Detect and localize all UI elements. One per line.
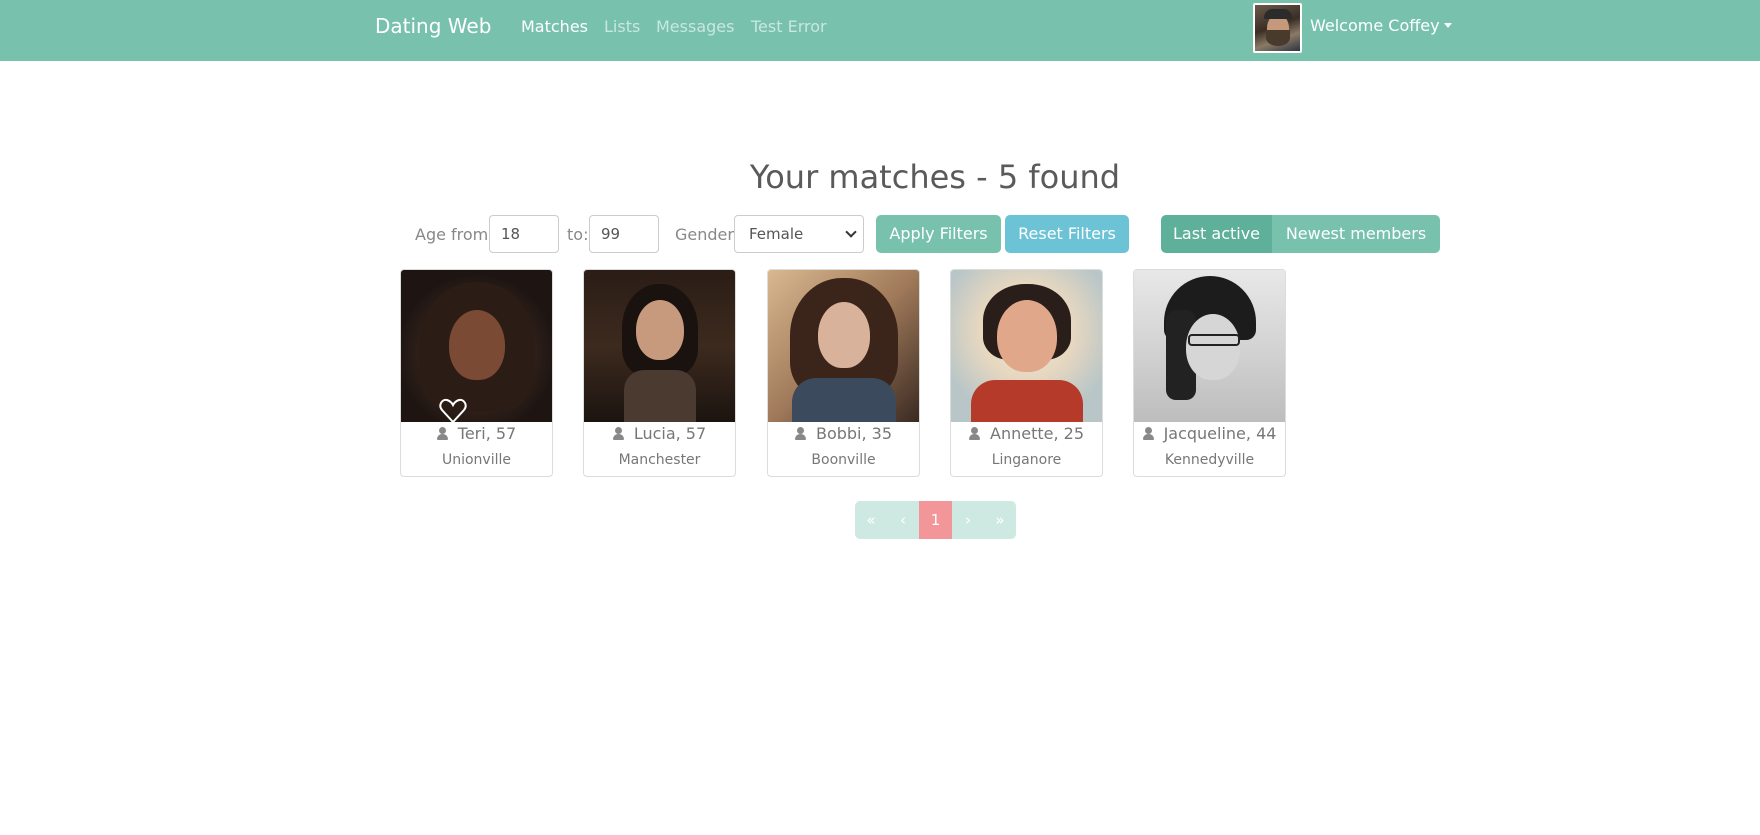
gender-label: Gender:: [675, 225, 740, 244]
member-city: Manchester: [618, 452, 701, 468]
pagination-first-button[interactable]: «: [855, 501, 887, 539]
member-name: Jacqueline, 44: [1134, 424, 1285, 443]
nav-link-lists[interactable]: Lists: [604, 17, 640, 36]
gender-select[interactable]: Female: [734, 215, 864, 253]
page-title: Your matches - 5 found: [749, 158, 1121, 196]
pagination-page-1[interactable]: 1: [919, 501, 952, 539]
member-name: Annette, 25: [951, 424, 1102, 443]
member-photo: [768, 270, 919, 422]
user-icon: [436, 427, 448, 440]
pagination-prev-button[interactable]: ‹: [887, 501, 919, 539]
user-greeting: Welcome Coffey: [1310, 16, 1440, 35]
age-to-input[interactable]: [589, 215, 659, 253]
top-navbar: Dating Web Matches Lists Messages Test E…: [0, 0, 1760, 61]
reset-filters-button[interactable]: Reset Filters: [1005, 215, 1129, 253]
apply-filters-button[interactable]: Apply Filters: [876, 215, 1001, 253]
gender-select-value: Female: [749, 225, 804, 243]
user-icon: [794, 427, 806, 440]
member-card[interactable]: Bobbi, 35 Boonville: [767, 269, 920, 477]
nav-link-test-error[interactable]: Test Error: [751, 17, 827, 36]
member-photo: [584, 270, 735, 422]
member-name: Lucia, 57: [584, 424, 735, 443]
member-card[interactable]: Annette, 25 Linganore: [950, 269, 1103, 477]
member-card[interactable]: Jacqueline, 44 Kennedyville: [1133, 269, 1286, 477]
user-avatar[interactable]: [1253, 3, 1302, 53]
user-dropdown-toggle[interactable]: Welcome Coffey: [1310, 16, 1452, 35]
user-icon: [1142, 427, 1154, 440]
member-city: Kennedyville: [1164, 452, 1255, 468]
caret-down-icon: [1443, 23, 1452, 28]
member-name: Bobbi, 35: [768, 424, 919, 443]
nav-link-messages[interactable]: Messages: [656, 17, 734, 36]
member-photo: [951, 270, 1102, 422]
pagination-last-button[interactable]: »: [984, 501, 1016, 539]
heart-icon: [439, 398, 467, 424]
member-card[interactable]: Lucia, 57 Manchester: [583, 269, 736, 477]
member-city: Boonville: [811, 452, 876, 468]
member-city: Linganore: [991, 452, 1062, 468]
pagination-next-button[interactable]: ›: [952, 501, 984, 539]
member-photo: [1134, 270, 1285, 422]
member-card[interactable]: Teri, 57 Unionville: [400, 269, 553, 477]
member-photo: [401, 270, 552, 422]
user-icon: [969, 427, 980, 440]
sort-newest-members-button[interactable]: Newest members: [1272, 215, 1440, 253]
brand-link[interactable]: Dating Web: [375, 14, 491, 38]
age-from-label: Age from:: [415, 225, 494, 244]
user-icon: [612, 427, 624, 440]
member-name: Teri, 57: [401, 424, 552, 443]
age-to-label: to:: [567, 225, 589, 244]
age-from-input[interactable]: [489, 215, 559, 253]
nav-link-matches[interactable]: Matches: [521, 17, 588, 36]
sort-last-active-button[interactable]: Last active: [1161, 215, 1272, 253]
chevron-down-icon: [845, 226, 857, 238]
member-city: Unionville: [441, 452, 511, 468]
